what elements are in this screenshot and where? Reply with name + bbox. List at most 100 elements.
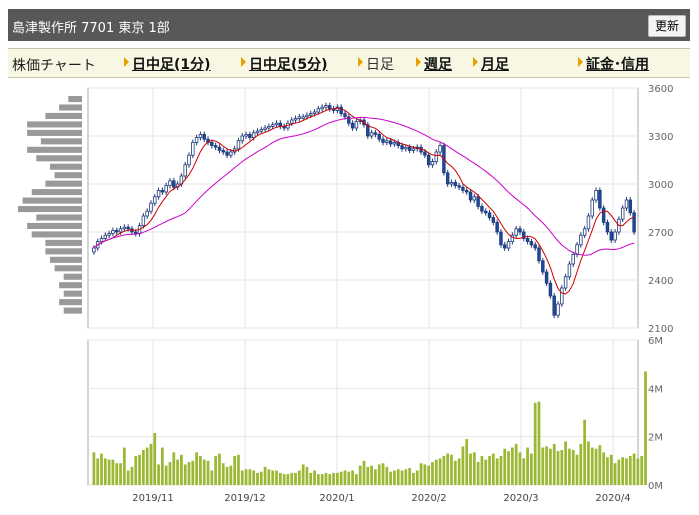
- volume-bar: [316, 474, 320, 485]
- volume-bar: [442, 456, 446, 485]
- volume-bar: [202, 459, 206, 485]
- candle-up: [297, 116, 302, 119]
- candle-down: [533, 244, 537, 249]
- volume-profile-bar: [54, 265, 82, 272]
- volume-bar: [609, 454, 613, 485]
- candle-up: [575, 244, 579, 255]
- volume-bar: [370, 465, 373, 485]
- volume-bar: [240, 470, 244, 485]
- candle-up: [567, 263, 572, 278]
- candle-up: [385, 140, 389, 143]
- volume-profile-bar: [36, 214, 82, 221]
- volume-bar: [636, 458, 640, 485]
- candle-up: [434, 151, 439, 162]
- volume-bar: [526, 447, 529, 485]
- volume-bar: [408, 468, 412, 485]
- candle-down: [503, 244, 507, 249]
- volume-bar: [187, 462, 191, 485]
- volume-bar: [423, 464, 427, 485]
- volume-bar: [119, 463, 122, 485]
- volume-bar: [556, 451, 560, 485]
- volume-bar: [267, 469, 271, 485]
- volume-bar: [396, 469, 400, 485]
- tab-intraday-5min[interactable]: 日中足(5分): [249, 54, 328, 74]
- volume-bar: [126, 470, 130, 485]
- candle-up: [111, 229, 115, 234]
- volume-bar: [606, 457, 609, 485]
- volume-bar: [594, 448, 598, 485]
- volume-profile-bar: [59, 299, 82, 306]
- candle-down: [114, 229, 119, 233]
- volume-bar: [381, 463, 385, 485]
- candle-up: [563, 276, 568, 289]
- volume-bar: [282, 474, 286, 485]
- volume-bar: [275, 470, 278, 485]
- volume-bar: [145, 447, 149, 485]
- volume-bar: [587, 441, 590, 485]
- volume-bar: [92, 452, 96, 485]
- candle-down: [423, 151, 427, 156]
- candle-up: [594, 190, 598, 201]
- candle-down: [160, 190, 165, 193]
- volume-bar: [457, 458, 461, 485]
- volume-bar: [552, 443, 556, 485]
- candle-up: [187, 154, 191, 166]
- volume-bar: [278, 472, 282, 485]
- candle-down: [388, 140, 393, 145]
- volume-bar: [514, 443, 518, 485]
- candle-up: [141, 215, 146, 226]
- volume-bar: [366, 466, 370, 485]
- candle-up: [274, 122, 279, 126]
- volume-bar: [103, 458, 107, 485]
- price-tick-label: 3300: [648, 132, 673, 143]
- volume-profile-bar: [50, 256, 82, 263]
- candle-down: [609, 231, 614, 241]
- tab-intraday-1min[interactable]: 日中足(1分): [132, 54, 211, 74]
- volume-bar: [233, 456, 237, 485]
- volume-bar: [237, 454, 240, 485]
- volume-bar: [210, 470, 214, 485]
- tab-monthly[interactable]: 月足: [481, 54, 509, 74]
- candle-down: [480, 206, 484, 212]
- volume-bar: [100, 453, 103, 485]
- volume-bar: [161, 447, 164, 485]
- volume-bar: [305, 466, 309, 485]
- volume-bar: [537, 401, 541, 485]
- candle-up: [289, 119, 294, 124]
- volume-bar: [503, 448, 507, 485]
- candle-up: [324, 105, 328, 108]
- candle-down: [426, 154, 431, 166]
- volume-profile-bar: [50, 163, 82, 170]
- volume-bar: [149, 443, 153, 485]
- tab-weekly[interactable]: 週足: [424, 54, 452, 74]
- volume-bar: [625, 458, 628, 485]
- candle-up: [99, 237, 104, 242]
- volume-bar: [640, 456, 644, 485]
- volume-bar: [309, 472, 313, 485]
- candle-up: [472, 196, 477, 201]
- refresh-button[interactable]: 更新: [647, 15, 686, 37]
- volume-bar: [332, 472, 335, 485]
- volume-profile-bar: [63, 307, 82, 314]
- volume-bar: [579, 443, 583, 485]
- candle-up: [590, 199, 594, 217]
- price-tick-label: 3600: [648, 85, 673, 95]
- volume-bar: [385, 466, 389, 485]
- volume-bar: [248, 469, 252, 485]
- x-tick-label: 2020/2: [411, 493, 446, 504]
- candle-down: [468, 191, 473, 201]
- tab-margin[interactable]: 証金･信用: [586, 54, 649, 74]
- candle-down: [373, 132, 378, 135]
- candle-down: [225, 151, 229, 156]
- volume-bar: [218, 453, 221, 485]
- volume-bar: [374, 469, 377, 485]
- volume-bar: [434, 459, 438, 485]
- candle-down: [537, 247, 541, 262]
- candle-up: [145, 210, 149, 217]
- volume-bar: [431, 462, 434, 485]
- candle-up: [312, 111, 317, 114]
- volume-bar: [244, 469, 248, 485]
- volume-bar: [362, 460, 366, 485]
- candle-up: [270, 124, 275, 127]
- chart-nav-bar: 株価チャート 日中足(1分) 日中足(5分) 日足 週足 月足 証金･信用: [8, 48, 690, 78]
